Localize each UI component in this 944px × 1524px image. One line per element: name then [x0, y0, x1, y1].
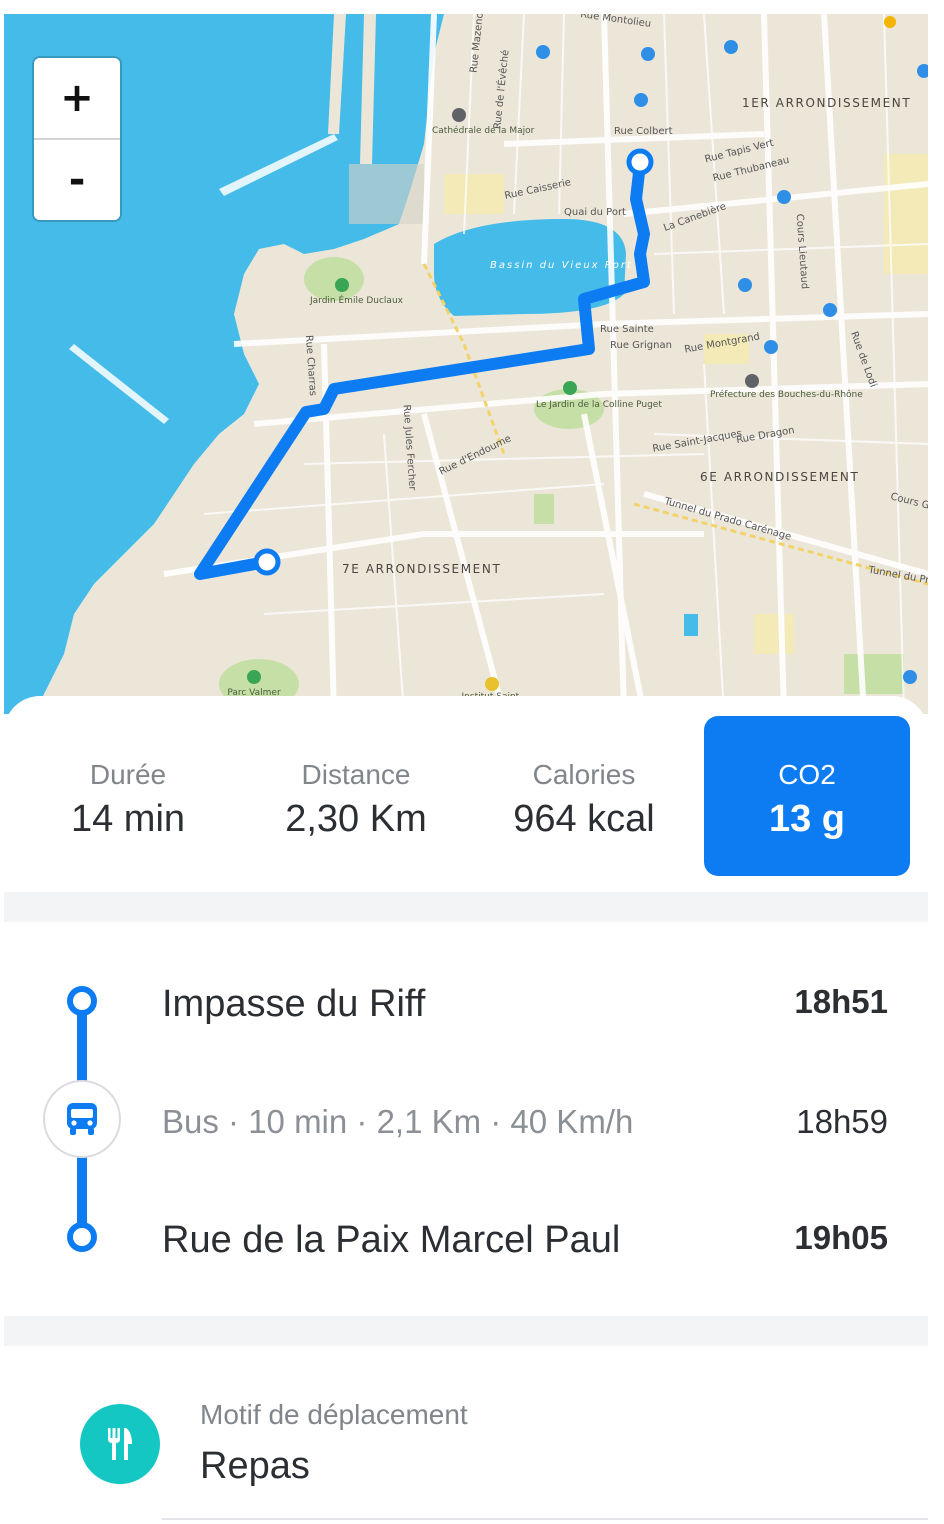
origin-time: 18h51: [794, 983, 888, 1020]
stat-value: 13 g: [768, 798, 846, 840]
destination-time: 19h05: [794, 1219, 888, 1256]
stat-distance[interactable]: Distance 2,30 Km: [242, 716, 470, 876]
itinerary: Impasse du Riff 18h51 Bus · 10 min · 2,1…: [4, 924, 928, 1316]
fork-knife-glyph: [108, 1428, 132, 1460]
purpose-value: Repas: [200, 1445, 310, 1487]
stat-value: 2,30 Km: [285, 798, 427, 840]
section-divider: [4, 892, 928, 922]
water-label: Bassin du Vieux Port: [490, 260, 633, 271]
purpose-label: Motif de déplacement: [200, 1399, 468, 1430]
section-divider: [4, 1316, 928, 1346]
trip-purpose-row[interactable]: Motif de déplacement Repas: [4, 1346, 928, 1524]
leg-time: 18h59: [796, 1103, 888, 1140]
trip-detail-screen: 1ER ARRONDISSEMENT 6E ARRONDISSEMENT 7E …: [4, 0, 928, 1524]
bus-icon: [43, 1080, 121, 1158]
street-label: Rue Grignan: [610, 340, 672, 351]
origin-name: Impasse du Riff: [162, 983, 426, 1025]
street-label: Rue Colbert: [614, 126, 673, 137]
stat-label: Calories: [532, 759, 636, 790]
stat-value: 964 kcal: [513, 798, 655, 840]
stat-label: Durée: [89, 759, 167, 790]
poi-label: Préfecture des Bouches-du-Rhône: [710, 390, 863, 400]
zoom-in-button[interactable]: +: [34, 58, 120, 138]
route-map[interactable]: 1ER ARRONDISSEMENT 6E ARRONDISSEMENT 7E …: [4, 14, 928, 714]
stat-value: 14 min: [70, 798, 186, 840]
stat-label: CO2: [778, 759, 836, 790]
stat-co2[interactable]: CO2 13 g: [704, 716, 910, 876]
destination-dot: [67, 1222, 97, 1252]
map-zoom-control: + -: [34, 58, 120, 220]
poi-label: Jardin Émile Duclaux: [310, 296, 403, 306]
district-label: 1ER ARRONDISSEMENT: [742, 96, 912, 110]
street-label: Rue Sainte: [600, 324, 654, 335]
trip-stats: Durée 14 min Distance 2,30 Km Calories 9…: [4, 716, 928, 876]
row-divider: [162, 1518, 928, 1520]
origin-dot: [67, 986, 97, 1016]
poi-label: Le Jardin de la Colline Puget: [536, 400, 662, 410]
map-canvas: [4, 14, 928, 714]
leg-description: Bus · 10 min · 2,1 Km · 40 Km/h: [162, 1103, 634, 1140]
trip-summary-sheet: Durée 14 min Distance 2,30 Km Calories 9…: [4, 696, 928, 1524]
stat-calories[interactable]: Calories 964 kcal: [470, 716, 698, 876]
stat-duration[interactable]: Durée 14 min: [14, 716, 242, 876]
zoom-out-button[interactable]: -: [34, 140, 120, 220]
destination-name: Rue de la Paix Marcel Paul: [162, 1219, 621, 1261]
poi-label: Cathédrale de la Major: [432, 126, 535, 136]
district-label: 6E ARRONDISSEMENT: [700, 470, 860, 484]
bus-glyph: [67, 1103, 97, 1135]
street-label: Quai du Port: [564, 207, 626, 218]
district-label: 7E ARRONDISSEMENT: [342, 562, 502, 576]
fork-knife-icon: [80, 1404, 160, 1484]
stat-label: Distance: [301, 759, 411, 790]
